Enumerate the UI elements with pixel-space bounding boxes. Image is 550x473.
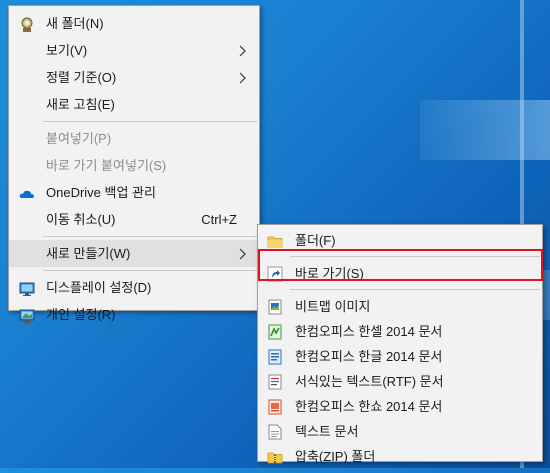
chevron-right-icon (237, 37, 249, 64)
menu-item-label: 한컴오피스 한쇼 2014 문서 (295, 399, 443, 414)
menu-item-label: 디스플레이 설정(D) (46, 280, 152, 295)
menu-item-onedrive-backup[interactable]: OneDrive 백업 관리 (9, 179, 259, 206)
hanshow-icon (267, 398, 283, 415)
submenu-item-folder[interactable]: 폴더(F) (258, 228, 542, 253)
submenu-item-hancell-document[interactable]: 한컴오피스 한셀 2014 문서 (258, 319, 542, 344)
menu-item-sort-by[interactable]: 정렬 기준(O) (9, 64, 259, 91)
menu-separator (290, 256, 540, 257)
menu-item-label: 이동 취소(U) (46, 212, 116, 227)
onedrive-cloud-icon (19, 184, 35, 200)
menu-item-paste[interactable]: 붙여넣기(P) (9, 125, 259, 152)
menu-item-label: 텍스트 문서 (295, 424, 359, 439)
menu-item-label: 한컴오피스 한글 2014 문서 (295, 349, 443, 364)
submenu-item-hangul-document[interactable]: 한컴오피스 한글 2014 문서 (258, 344, 542, 369)
menu-item-label: 개인 설정(R) (46, 307, 116, 322)
menu-item-label: 비트맵 이미지 (295, 299, 371, 314)
menu-item-label: 붙여넣기(P) (46, 131, 112, 146)
menu-item-label: 폴더(F) (295, 233, 336, 248)
menu-item-label: 바로 가기 붙여넣기(S) (46, 158, 167, 173)
menu-item-label: 서식있는 텍스트(RTF) 문서 (295, 374, 444, 389)
submenu-item-rtf-document[interactable]: 서식있는 텍스트(RTF) 문서 (258, 369, 542, 394)
bitmap-icon (267, 298, 283, 315)
hangul-icon (267, 348, 283, 365)
zip-folder-icon (267, 448, 283, 464)
menu-item-label: 새 폴더(N) (46, 16, 104, 31)
submenu-item-shortcut[interactable]: 바로 가기(S) (258, 261, 542, 286)
menu-item-view[interactable]: 보기(V) (9, 37, 259, 64)
new-folder-icon (19, 15, 35, 32)
new-submenu: 폴더(F) 바로 가기(S) 비트맵 이미지 한컴오피스 한셀 2014 문서 … (257, 224, 543, 464)
menu-item-undo-move[interactable]: 이동 취소(U) Ctrl+Z (9, 206, 259, 233)
menu-item-label: 정렬 기준(O) (46, 70, 117, 85)
text-document-icon (267, 423, 283, 440)
submenu-item-hanshow-document[interactable]: 한컴오피스 한쇼 2014 문서 (258, 394, 542, 419)
rtf-document-icon (267, 373, 283, 390)
chevron-right-icon (237, 240, 249, 267)
chevron-right-icon (237, 64, 249, 91)
menu-item-label: OneDrive 백업 관리 (46, 185, 156, 200)
menu-item-label: 압축(ZIP) 폴더 (295, 449, 376, 464)
menu-item-paste-shortcut[interactable]: 바로 가기 붙여넣기(S) (9, 152, 259, 179)
submenu-item-zip-folder[interactable]: 압축(ZIP) 폴더 (258, 444, 542, 469)
menu-separator (290, 289, 540, 290)
menu-item-display-settings[interactable]: 디스플레이 설정(D) (9, 274, 259, 301)
menu-item-shortcut: Ctrl+Z (201, 212, 237, 227)
menu-separator (43, 236, 257, 237)
personalize-icon (19, 306, 35, 323)
menu-item-label: 새로 고침(E) (46, 97, 115, 112)
menu-item-label: 보기(V) (46, 43, 88, 58)
menu-item-refresh[interactable]: 새로 고침(E) (9, 91, 259, 118)
menu-separator (43, 121, 257, 122)
hancell-icon (267, 323, 283, 340)
menu-item-label: 한컴오피스 한셀 2014 문서 (295, 324, 443, 339)
folder-icon (267, 232, 283, 248)
menu-item-new-folder[interactable]: 새 폴더(N) (9, 10, 259, 37)
submenu-item-bitmap-image[interactable]: 비트맵 이미지 (258, 294, 542, 319)
menu-separator (43, 270, 257, 271)
menu-item-personalize[interactable]: 개인 설정(R) (9, 301, 259, 328)
menu-item-label: 바로 가기(S) (295, 266, 364, 281)
menu-item-label: 새로 만들기(W) (46, 246, 131, 261)
menu-item-new[interactable]: 새로 만들기(W) (9, 240, 259, 267)
desktop-context-menu: 새 폴더(N) 보기(V) 정렬 기준(O) 새로 고침(E) 붙여넣기(P) … (8, 5, 260, 323)
display-settings-icon (19, 279, 35, 296)
submenu-item-text-document[interactable]: 텍스트 문서 (258, 419, 542, 444)
shortcut-icon (267, 265, 283, 282)
